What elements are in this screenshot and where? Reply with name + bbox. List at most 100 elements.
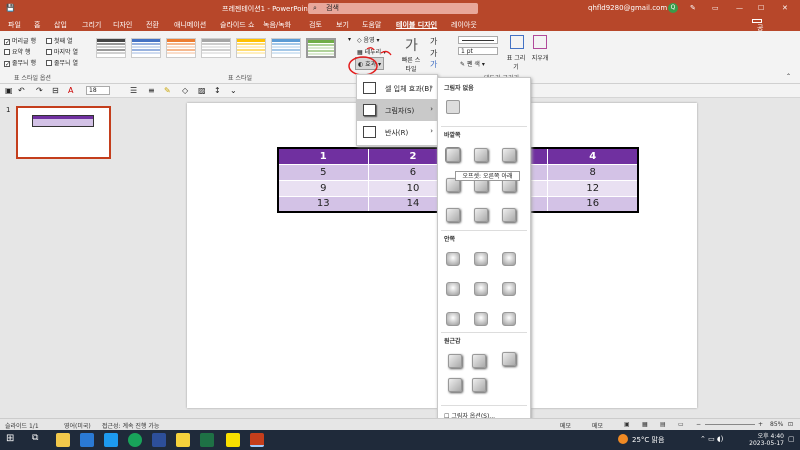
zoom-out-icon[interactable]: −: [696, 421, 701, 428]
shadow-none-option[interactable]: [446, 100, 460, 114]
share-button[interactable]: 공유: [752, 19, 763, 42]
inner-shadow-option[interactable]: [502, 312, 516, 326]
outer-shadow-option[interactable]: [474, 148, 488, 162]
notification-icon[interactable]: ▢: [788, 435, 795, 443]
tab-insert[interactable]: 삽입: [54, 20, 67, 30]
inner-shadow-option[interactable]: [502, 282, 516, 296]
table-style-option[interactable]: [166, 38, 196, 58]
slide-sorter-icon[interactable]: ▦: [642, 421, 648, 428]
table-cell[interactable]: 1: [277, 147, 369, 165]
line-spacing-icon[interactable]: ↕: [214, 86, 221, 95]
tab-view[interactable]: 보기: [336, 20, 349, 30]
clock-time[interactable]: 오후 4:40: [750, 431, 784, 440]
shapes-icon[interactable]: ◇: [182, 86, 188, 95]
eraser-label[interactable]: 지우개: [529, 53, 551, 62]
menu-item-cell-bevel[interactable]: 셀 입체 효과(B) ›: [357, 77, 437, 99]
slideshow-icon[interactable]: ▭: [678, 421, 684, 428]
checkbox-first-column[interactable]: 첫째 열: [46, 36, 72, 45]
table-style-option[interactable]: [96, 38, 126, 58]
table-cell[interactable]: 8: [547, 163, 639, 181]
tab-animations[interactable]: 애니메이션: [174, 20, 206, 30]
table-style-option[interactable]: [271, 38, 301, 58]
text-outline-icon[interactable]: 가: [430, 48, 437, 59]
maximize-icon[interactable]: ☐: [758, 4, 764, 12]
checkbox-banded-columns[interactable]: 줄무늬 열: [46, 58, 78, 67]
outer-shadow-option[interactable]: [474, 208, 488, 222]
table-cell[interactable]: 12: [547, 179, 639, 197]
file-explorer-icon[interactable]: [56, 433, 70, 447]
notes-button[interactable]: 메모: [560, 421, 571, 430]
powerpoint-icon[interactable]: [250, 433, 264, 447]
zoom-level[interactable]: 85%: [770, 421, 783, 428]
task-view-icon[interactable]: ⧉: [32, 433, 46, 447]
close-icon[interactable]: ✕: [782, 4, 788, 12]
tab-draw[interactable]: 그리기: [82, 20, 101, 30]
draw-table-icon[interactable]: [510, 35, 524, 49]
checkbox-last-column[interactable]: 마지막 열: [46, 47, 78, 56]
excel-icon[interactable]: [200, 433, 214, 447]
accessibility-indicator[interactable]: 접근성: 계속 진행 가능: [102, 421, 159, 430]
inner-shadow-option[interactable]: [474, 252, 488, 266]
zoom-in-icon[interactable]: +: [758, 421, 763, 428]
normal-view-icon[interactable]: ▣: [624, 421, 630, 428]
shading-button[interactable]: ◇ 음영 ▾: [357, 35, 380, 44]
sticky-notes-icon[interactable]: [176, 433, 190, 447]
customize-icon[interactable]: ⌄: [230, 86, 237, 95]
app-icon[interactable]: [152, 433, 166, 447]
inner-shadow-option[interactable]: [446, 312, 460, 326]
tab-help[interactable]: 도움말: [362, 20, 381, 30]
inner-shadow-option[interactable]: [446, 282, 460, 296]
tab-table-design[interactable]: 테이블 디자인: [396, 20, 437, 30]
pen-weight-select[interactable]: 1 pt: [458, 47, 498, 55]
avatar[interactable]: Q: [668, 3, 678, 13]
menu-item-reflection[interactable]: 반사(R) ›: [357, 121, 437, 143]
pen-color-button[interactable]: ✎ 펜 색 ▾: [460, 59, 485, 68]
tab-design[interactable]: 디자인: [113, 20, 132, 30]
font-color-icon[interactable]: A: [68, 86, 73, 95]
inner-shadow-option[interactable]: [502, 252, 516, 266]
outer-shadow-option[interactable]: [502, 208, 516, 222]
checkbox-header-row[interactable]: ✓ 머리글 행: [4, 36, 36, 46]
tab-review[interactable]: 검토: [309, 20, 322, 30]
checkbox-total-row[interactable]: 요약 행: [4, 47, 30, 56]
autosave-icon[interactable]: 💾: [6, 4, 15, 12]
table-cell[interactable]: 13: [277, 195, 369, 213]
text-effects-icon[interactable]: 가: [430, 59, 437, 70]
ribbon-display-icon[interactable]: ▭: [712, 4, 719, 12]
kakaotalk-icon[interactable]: [226, 433, 240, 447]
pen-icon[interactable]: ✎: [690, 4, 696, 12]
checkbox-banded-rows[interactable]: ✓ 줄무늬 행: [4, 58, 36, 68]
quick-styles-icon[interactable]: 가: [405, 35, 418, 55]
system-tray-icons[interactable]: ⌃ ▭ ◖): [700, 435, 723, 443]
save-icon[interactable]: ▣: [5, 86, 13, 95]
menu-item-shadow[interactable]: 그림자(S) ›: [357, 99, 437, 121]
pen-style-select[interactable]: [458, 36, 498, 44]
align-icon[interactable]: ≡: [148, 86, 155, 95]
image-icon[interactable]: ▨: [198, 86, 206, 95]
table-style-option[interactable]: [236, 38, 266, 58]
text-fill-icon[interactable]: 가: [430, 36, 437, 47]
eraser-icon[interactable]: [533, 35, 547, 49]
tab-file[interactable]: 파일: [8, 20, 21, 30]
edge-legacy-icon[interactable]: [80, 433, 94, 447]
perspective-option[interactable]: [502, 352, 516, 366]
tab-layout[interactable]: 레이아웃: [451, 20, 477, 30]
table-cell[interactable]: 16: [547, 195, 639, 213]
comments-button[interactable]: 메모: [592, 421, 603, 430]
redo-icon[interactable]: ↷: [36, 86, 43, 95]
table-cell[interactable]: 4: [547, 147, 639, 165]
tab-home[interactable]: 홈: [34, 20, 40, 30]
outer-shadow-option[interactable]: [502, 148, 516, 162]
font-size-select[interactable]: 18: [86, 86, 110, 95]
weather-text[interactable]: 25°C 맑음: [632, 435, 664, 445]
windows-start-icon[interactable]: ⊞: [6, 433, 20, 447]
bullets-icon[interactable]: ☰: [130, 86, 137, 95]
table-style-option[interactable]: [201, 38, 231, 58]
fit-slide-icon[interactable]: ⊡: [788, 421, 793, 428]
tab-slideshow[interactable]: 슬라이드 쇼: [220, 20, 254, 30]
perspective-option[interactable]: [472, 378, 486, 392]
tab-transitions[interactable]: 전환: [146, 20, 159, 30]
language-indicator[interactable]: 영어(미국): [64, 421, 91, 430]
outer-shadow-option[interactable]: [446, 208, 460, 222]
collapse-ribbon-icon[interactable]: ⌃: [786, 73, 791, 80]
